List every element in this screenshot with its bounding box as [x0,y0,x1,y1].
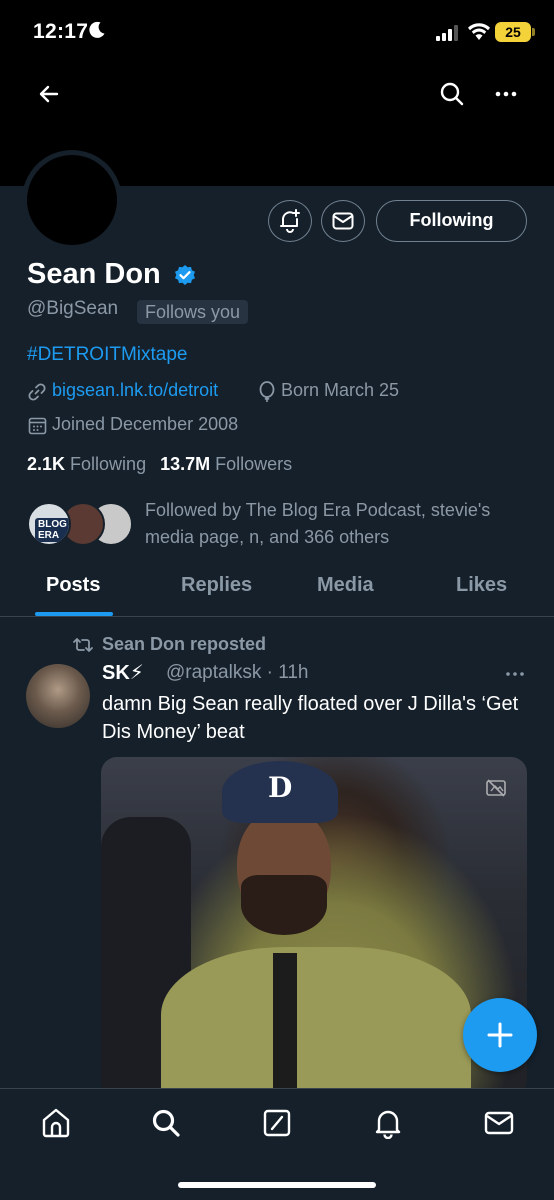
followers-label: Followers [215,454,293,474]
battery-nub [532,28,535,36]
link-icon [28,383,46,401]
followers-stat[interactable]: 13.7M Followers [160,454,292,474]
profile-handle: @BigSean [27,298,119,319]
photo-beard [241,875,327,935]
photo-jacket [161,947,471,1097]
home-indicator[interactable] [178,1182,376,1188]
back-arrow-icon[interactable] [33,78,65,110]
repost-icon [73,638,93,652]
signal-icon [436,25,458,41]
follow-stats: 2.1K Following 13.7M Followers [27,454,292,475]
more-icon[interactable] [490,78,522,110]
follows-you-badge: Follows you [137,300,249,324]
profile-name: Sean Don [27,258,161,290]
profile-joined-date: Joined December 2008 [52,414,239,434]
status-time: 12:17 [33,20,89,43]
post-image[interactable]: D [101,757,527,1097]
following-count: 2.1K [27,454,66,474]
profile-bio-hashtag[interactable]: #DETROITMixtape [27,344,187,366]
status-bar: 12:17 25 [0,0,554,62]
calendar-icon [28,417,47,435]
avatar[interactable] [27,155,117,245]
wifi-icon [468,23,490,40]
tab-posts[interactable]: Posts [46,574,100,597]
following-stat[interactable]: 2.1K Following [27,454,146,474]
grok-icon[interactable] [261,1107,293,1139]
photo-tie [273,953,297,1097]
notifications-button[interactable] [268,200,312,242]
mutual-follower-avatar-text: BLOG ERA [35,518,69,542]
mutual-follower-avatar: BLOG ERA [27,502,71,546]
message-button[interactable] [321,200,365,242]
verified-badge-icon [175,265,195,285]
explore-search-icon[interactable] [150,1107,182,1139]
profile-website-link[interactable]: bigsean.lnk.to/detroit [52,380,218,401]
followed-by-text[interactable]: Followed by The Blog Era Podcast, stevie… [145,497,530,551]
following-button[interactable]: Following [376,200,527,242]
compose-fab-button[interactable] [463,998,537,1072]
post-text[interactable]: damn Big Sean really floated over J Dill… [102,690,522,746]
home-icon[interactable] [40,1107,72,1139]
tab-likes[interactable]: Likes [456,574,507,597]
active-tab-indicator [35,612,113,616]
messages-icon[interactable] [483,1107,515,1139]
post-more-icon[interactable] [500,662,530,686]
battery-indicator: 25 [495,22,531,42]
tab-replies[interactable]: Replies [181,574,252,597]
profile-birthday: Born March 25 [281,380,400,400]
post-author-avatar[interactable] [26,664,90,728]
mutual-followers-avatars[interactable]: BLOG ERA [27,502,137,548]
post-author-handle[interactable]: @raptalksk · 11h [166,662,309,684]
notifications-icon[interactable] [372,1107,404,1139]
media-alt-icon[interactable] [484,776,508,800]
following-label: Following [70,454,147,474]
balloon-icon [259,381,275,402]
mail-icon [332,212,354,230]
photo-cap-logo: D [268,771,293,804]
post-author-name[interactable]: SK⚡ [102,660,144,685]
bell-plus-icon [280,209,300,233]
tab-media[interactable]: Media [317,574,374,597]
plus-icon [487,1022,513,1048]
repost-label[interactable]: Sean Don reposted [102,634,266,655]
profile-tabs: Posts Replies Media Likes [0,560,554,617]
followers-count: 13.7M [160,454,211,474]
search-icon[interactable] [436,78,468,110]
moon-icon [89,21,105,38]
